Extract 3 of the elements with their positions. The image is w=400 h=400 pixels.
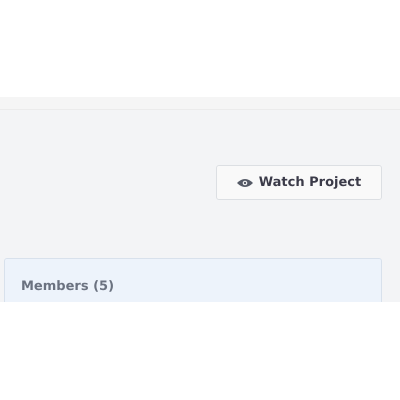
- eye-icon: [236, 178, 253, 188]
- panel-title: Members (5): [21, 279, 114, 294]
- watch-project-button[interactable]: Watch Project: [216, 165, 382, 200]
